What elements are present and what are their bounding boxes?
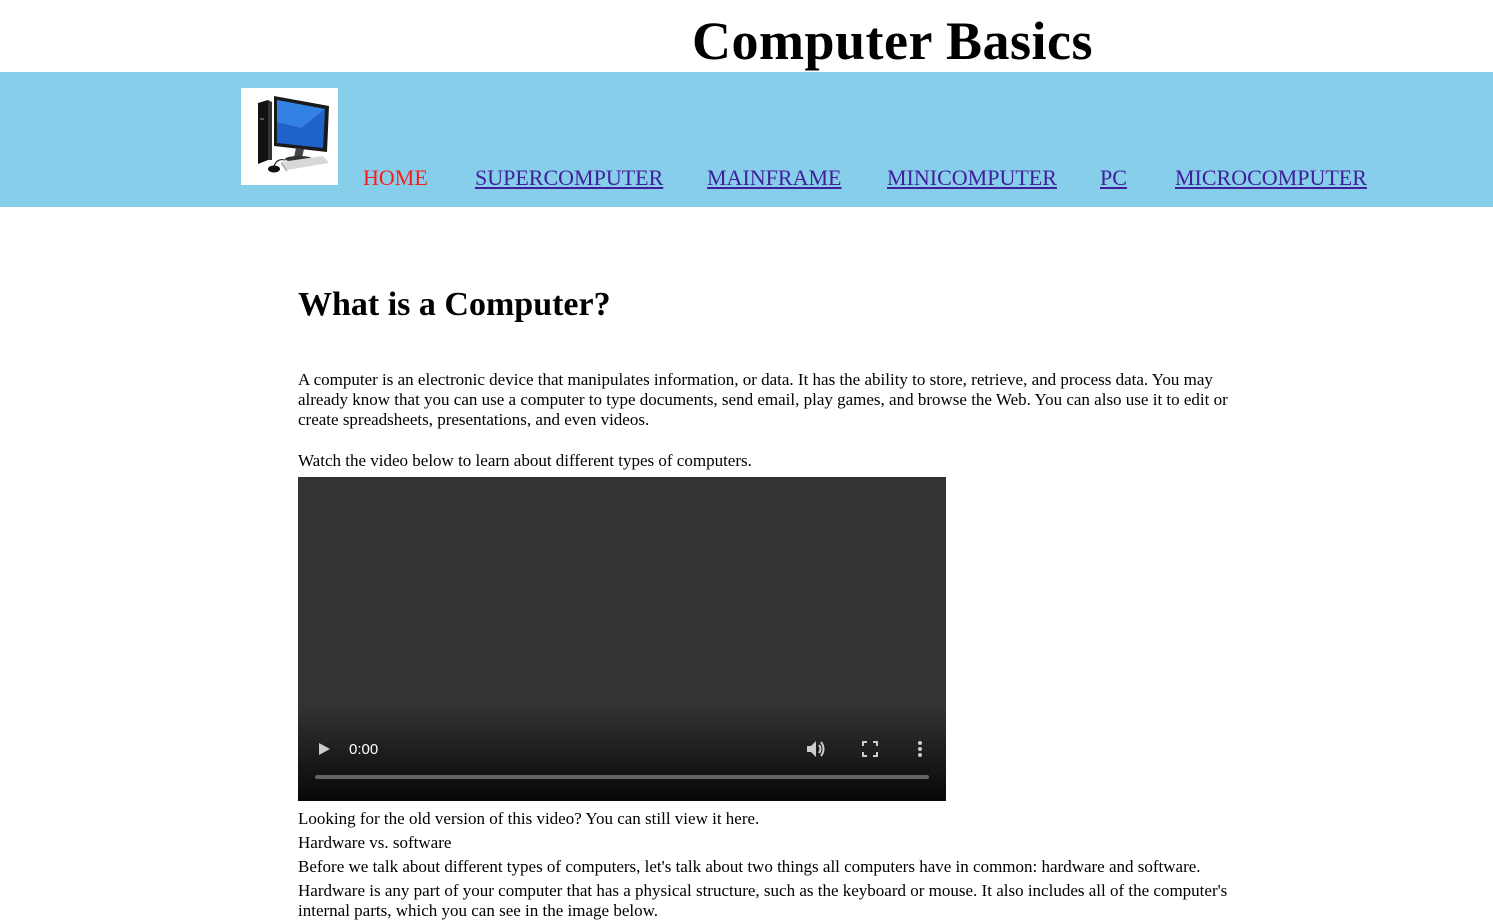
- nav-home[interactable]: HOME: [363, 165, 428, 191]
- nav-pc[interactable]: PC: [1100, 165, 1127, 191]
- site-header: Computer Basics: [0, 0, 1493, 72]
- video-prompt: Watch the video below to learn about dif…: [298, 451, 752, 470]
- hardware-software-intro: Before we talk about different types of …: [298, 857, 1201, 876]
- logo: [241, 88, 338, 185]
- video-controls: 0:00: [298, 705, 946, 801]
- navbar: HOME SUPERCOMPUTER MAINFRAME MINICOMPUTE…: [0, 72, 1493, 207]
- hardware-software-title: Hardware vs. software: [298, 833, 452, 852]
- page-heading: What is a Computer?: [298, 286, 611, 323]
- play-icon[interactable]: [316, 741, 332, 757]
- old-version-text: Looking for the old version of this vide…: [298, 809, 760, 828]
- nav-mainframe[interactable]: MAINFRAME: [707, 165, 841, 191]
- site-title: Computer Basics: [692, 11, 1094, 71]
- intro-paragraph: A computer is an electronic device that …: [298, 370, 1228, 429]
- nav-microcomputer[interactable]: MICROCOMPUTER: [1175, 165, 1367, 191]
- video-progress-bar[interactable]: [315, 775, 929, 779]
- desktop-computer-icon: [241, 88, 338, 185]
- fullscreen-icon[interactable]: [862, 741, 878, 757]
- more-options-icon[interactable]: [916, 740, 924, 758]
- volume-icon[interactable]: [806, 740, 826, 758]
- video-time: 0:00: [349, 741, 379, 758]
- nav-supercomputer[interactable]: SUPERCOMPUTER: [475, 165, 663, 191]
- nav-minicomputer[interactable]: MINICOMPUTER: [887, 165, 1057, 191]
- video-player[interactable]: 0:00: [298, 477, 946, 801]
- hardware-description: Hardware is any part of your computer th…: [298, 881, 1228, 920]
